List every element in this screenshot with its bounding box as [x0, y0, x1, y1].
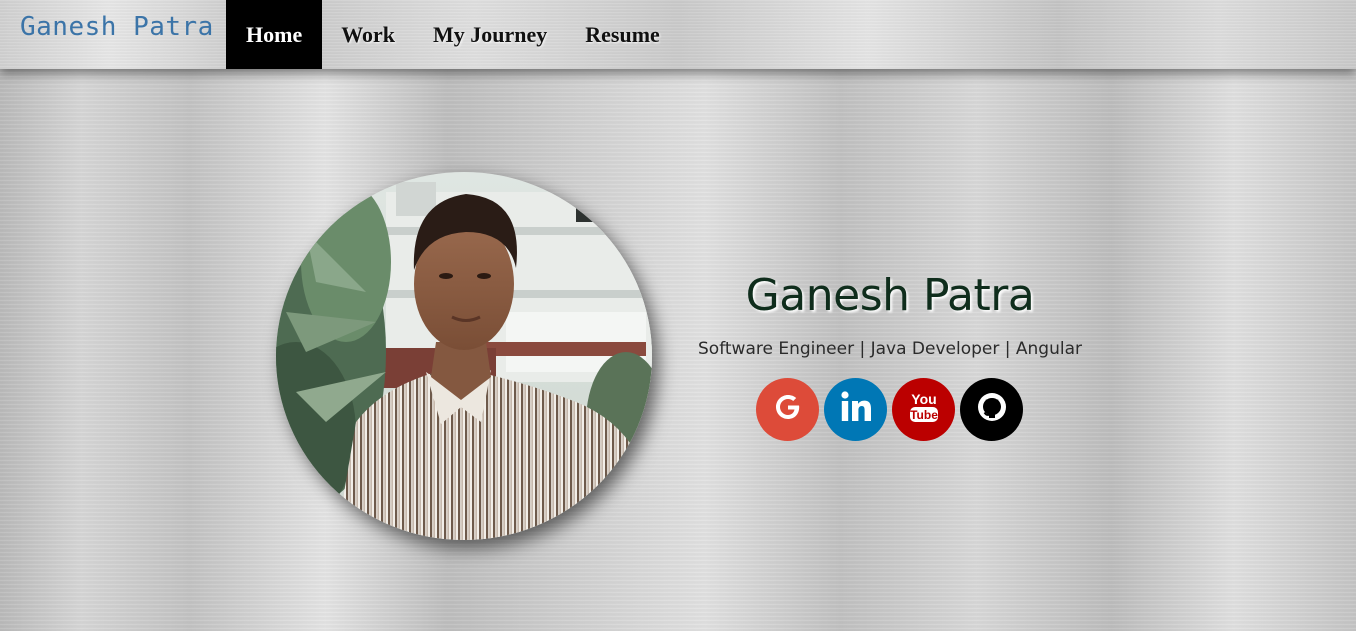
google-icon [768, 387, 808, 432]
youtube-text-top: You [911, 391, 936, 407]
youtube-icon: You Tube [904, 387, 944, 432]
github-icon [972, 387, 1012, 432]
google-button[interactable] [756, 378, 819, 441]
social-links: You Tube [756, 378, 1023, 441]
nav-links: Home Work My Journey Resume [226, 0, 679, 69]
brand-logo[interactable]: Ganesh Patra [20, 12, 214, 42]
linkedin-button[interactable] [824, 378, 887, 441]
nav-item-home[interactable]: Home [226, 0, 323, 69]
github-button[interactable] [960, 378, 1023, 441]
hero-name: Ganesh Patra [745, 270, 1035, 321]
nav-item-resume[interactable]: Resume [566, 0, 679, 69]
profile-photo [276, 172, 652, 540]
youtube-text-bottom: Tube [910, 408, 938, 422]
nav-item-my-journey[interactable]: My Journey [414, 0, 566, 69]
youtube-button[interactable]: You Tube [892, 378, 955, 441]
linkedin-icon [836, 387, 876, 432]
hero-tagline: Software Engineer | Java Developer | Ang… [698, 339, 1082, 359]
nav-item-work[interactable]: Work [322, 0, 414, 69]
navbar: Ganesh Patra Home Work My Journey Resume [0, 0, 1356, 69]
